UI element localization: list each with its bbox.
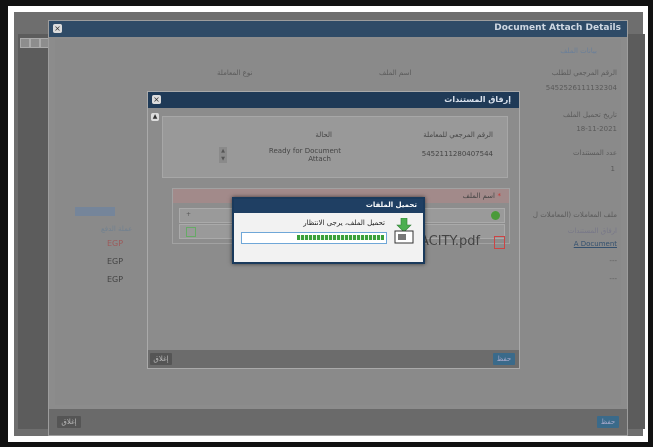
close-icon[interactable]: ×	[152, 95, 161, 104]
section-header: بيانات الملف	[560, 47, 597, 55]
add-icon[interactable]	[491, 211, 500, 220]
label-reference: الرقم المرجعي للمعاملة	[423, 131, 493, 139]
attach-icon[interactable]	[186, 227, 196, 237]
value-reference: 5452111280407544	[421, 150, 493, 158]
column-file-name: اسم الملف	[379, 69, 412, 77]
panel-button[interactable]	[30, 38, 40, 48]
file-name-value[interactable]: ACITY.pdf	[420, 234, 480, 249]
dash-value: ---	[609, 257, 617, 265]
upload-progress-bar	[241, 232, 387, 244]
upload-title: تحميل الملفات	[365, 201, 417, 209]
dash-value: ---	[609, 275, 617, 283]
attachments-link[interactable]: A Document	[574, 240, 617, 248]
file-name-label: اسم الملف	[462, 192, 495, 200]
window-footer: إغلاق حفظ	[49, 409, 627, 435]
window-title-bar: × Document Attach Details	[49, 21, 627, 37]
currency-column-header: عملة الدفع	[101, 225, 133, 233]
value-doc-count: 1	[610, 165, 615, 173]
status-spinner[interactable]: ▲ ▼	[219, 147, 227, 163]
progress-fill	[297, 235, 384, 240]
dialog-title-bar: × إرفاق المستندات	[148, 92, 519, 108]
collapse-icon[interactable]: ▲	[151, 113, 159, 121]
label-upload-date: تاريخ تحميل الملف	[563, 111, 617, 119]
label-request-ref: الرقم المرجعي للطلب	[551, 69, 617, 77]
ok-button[interactable]: حفظ	[597, 416, 619, 428]
pdf-icon	[494, 236, 505, 249]
value-status: Ready for Document	[268, 147, 341, 155]
dialog-save-button[interactable]: حفظ	[493, 353, 515, 365]
value-status-line2: Attach	[308, 155, 331, 163]
dialog-footer: إغلاق حفظ	[148, 350, 519, 368]
required-mark: *	[497, 192, 502, 200]
row-toggle-icon[interactable]: +	[186, 211, 191, 218]
dialog-close-button[interactable]: إغلاق	[150, 353, 172, 365]
column-process-type: نوع المعاملة	[217, 69, 253, 77]
close-button[interactable]: إغلاق	[57, 416, 81, 428]
upload-message: تحميل الملف، يرجى الانتظار	[303, 219, 385, 227]
currency-cell: EGP	[107, 257, 124, 266]
panel-button[interactable]	[20, 38, 30, 48]
currency-cell: EGP	[107, 275, 124, 284]
attachments-link-label: ارفاق المستندات	[567, 227, 617, 235]
reference-fieldset: الرقم المرجعي للمعاملة 5452111280407544 …	[162, 116, 508, 178]
value-upload-date: 18-11-2021	[576, 125, 617, 133]
upload-title-bar: تحميل الملفات	[234, 199, 423, 213]
right-panel	[625, 34, 645, 429]
label-status: الحالة	[315, 131, 332, 139]
value-request-ref: 5452526111132304	[545, 84, 617, 92]
window-title: Document Attach Details	[494, 23, 621, 33]
left-panel	[18, 34, 50, 429]
grid-header: ملف المعاملات (المعاملات ل	[532, 211, 617, 219]
label-doc-count: عدد المستندات	[573, 149, 617, 157]
currency-cell: EGP	[107, 239, 124, 248]
dialog-title: إرفاق المستندات	[444, 95, 511, 104]
upload-file-icon	[393, 217, 415, 244]
close-icon[interactable]: ×	[53, 24, 62, 33]
upload-progress-popup: تحميل الملفات تحميل الملف، يرجى الانتظار	[232, 197, 425, 264]
grid-toolbar[interactable]	[75, 207, 115, 216]
